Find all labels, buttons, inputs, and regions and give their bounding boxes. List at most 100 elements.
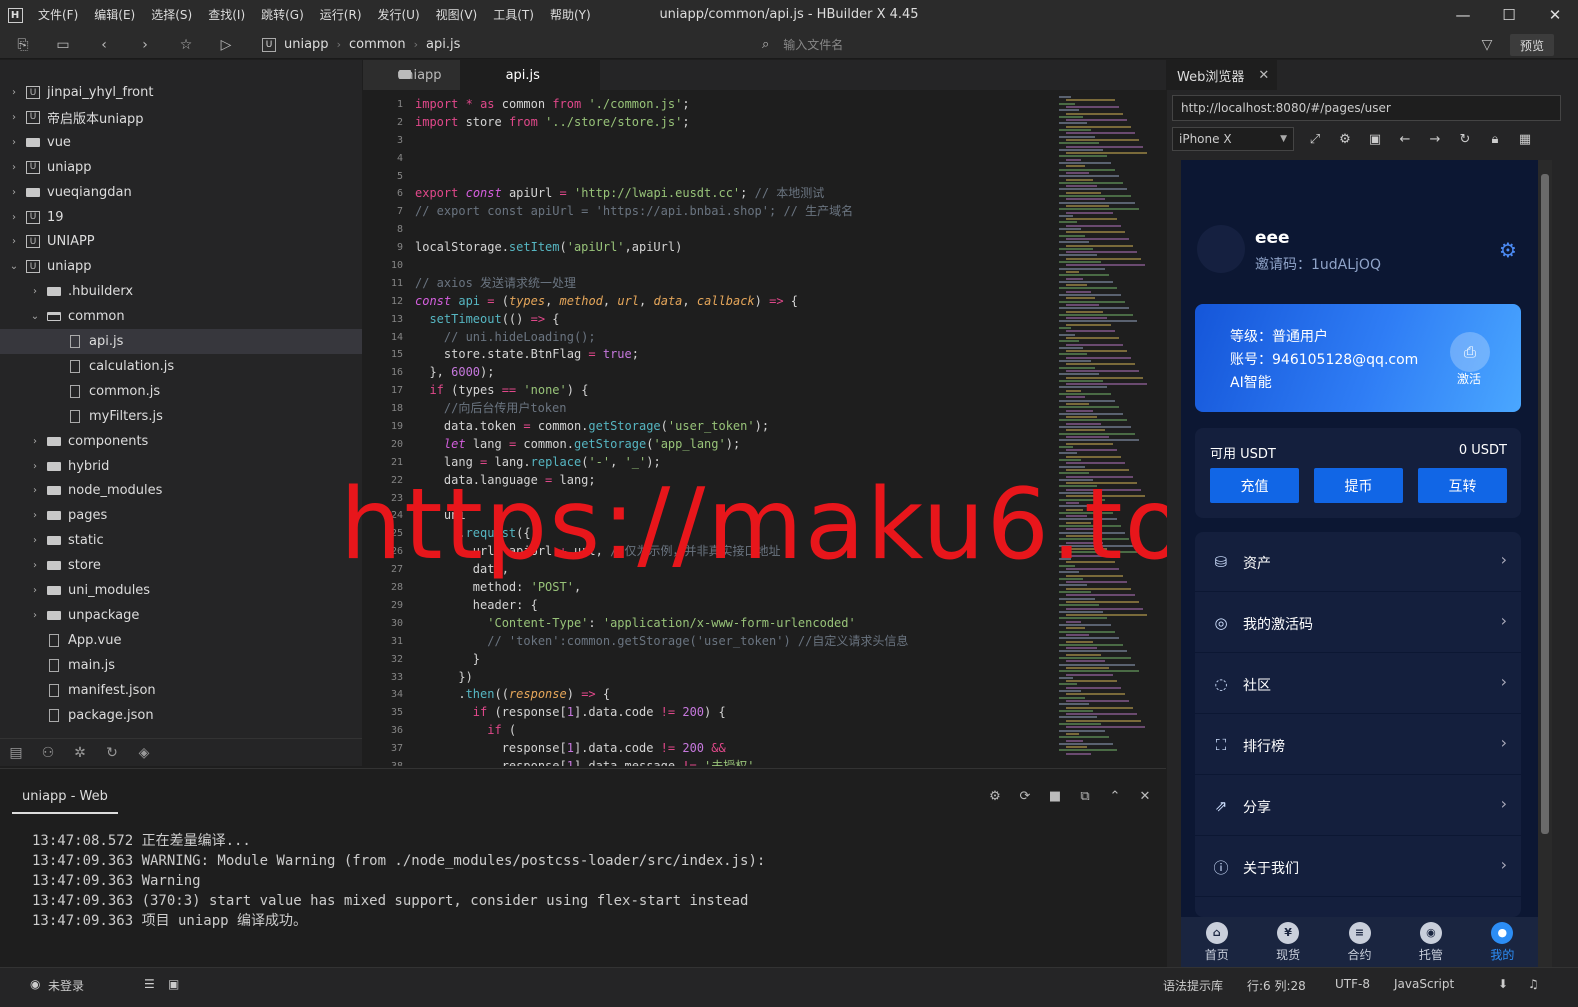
tree-item[interactable]: package.json xyxy=(0,703,362,728)
console-tab[interactable]: uniapp - Web xyxy=(12,789,118,814)
chevron-down-icon[interactable]: ⌄ xyxy=(8,261,20,272)
menu-item[interactable]: 选择(S) xyxy=(143,0,200,30)
url-input[interactable]: http://localhost:8080/#/pages/user xyxy=(1172,95,1561,121)
forward-arrow-icon[interactable]: → xyxy=(1420,127,1450,151)
notification-icon[interactable]: ♫ xyxy=(1528,977,1539,991)
settings-icon[interactable]: ⚙ xyxy=(1330,127,1360,151)
menu-item[interactable]: 视图(V) xyxy=(428,0,486,30)
chevron-right-icon[interactable]: › xyxy=(29,560,41,571)
menu-item[interactable]: 运行(R) xyxy=(312,0,370,30)
tab-contract[interactable]: ≡ 合约 xyxy=(1324,917,1395,967)
chevron-right-icon[interactable]: › xyxy=(8,212,20,223)
menu-item[interactable]: 文件(F) xyxy=(30,0,86,30)
rotate-icon[interactable]: ⤢ xyxy=(1300,127,1330,151)
chevron-right-icon[interactable]: › xyxy=(8,137,20,148)
tree-item[interactable]: › store xyxy=(0,553,362,578)
menu-item[interactable]: 跳转(G) xyxy=(253,0,312,30)
export-icon[interactable]: ⧉ xyxy=(1070,789,1100,804)
menu-item-assets[interactable]: ⛁ 资产 › xyxy=(1195,532,1521,592)
tree-item[interactable]: › Uuniapp xyxy=(0,155,362,180)
qrcode-icon[interactable]: ▦ xyxy=(1510,127,1540,151)
avatar[interactable] xyxy=(1197,225,1245,273)
chevron-right-icon[interactable]: › xyxy=(8,187,20,198)
maximize-icon[interactable]: ☐ xyxy=(1486,0,1532,30)
bug-icon[interactable]: ✲ xyxy=(64,739,96,767)
lock-icon[interactable]: 🔒︎ xyxy=(1480,127,1510,151)
tree-item[interactable]: › U 帝启版本uniapp xyxy=(0,105,362,130)
back-icon[interactable]: ‹ xyxy=(93,34,115,56)
tree-item[interactable]: myFilters.js xyxy=(0,404,362,429)
git-icon[interactable]: ↻ xyxy=(96,739,128,767)
menu-item[interactable]: 发行(U) xyxy=(370,0,428,30)
breadcrumb-item[interactable]: common xyxy=(349,37,406,52)
menu-item-activation-codes[interactable]: ◎ 我的激活码 › xyxy=(1195,593,1521,653)
transfer-button[interactable]: 互转 xyxy=(1418,468,1507,503)
forward-icon[interactable]: › xyxy=(134,34,156,56)
menu-item[interactable]: 帮助(Y) xyxy=(542,0,599,30)
tree-item[interactable]: › vue xyxy=(0,130,362,155)
menu-item-about[interactable]: ⓘ 关于我们 › xyxy=(1195,837,1521,897)
list-icon[interactable]: ☰ xyxy=(144,977,155,991)
star-icon[interactable]: ☆ xyxy=(175,34,197,56)
tree-item[interactable]: › static xyxy=(0,528,362,553)
tree-item[interactable]: calculation.js xyxy=(0,354,362,379)
close-tab-icon[interactable]: ✕ xyxy=(1258,68,1269,83)
scrollbar-thumb[interactable] xyxy=(1541,174,1549,834)
tab-uniapp[interactable]: uniapp xyxy=(363,60,460,90)
explorer-icon[interactable]: ▤ xyxy=(0,739,32,767)
syntax-hint[interactable]: 语法提示库 xyxy=(1163,977,1223,994)
tree-item[interactable]: › node_modules xyxy=(0,478,362,503)
activate-label[interactable]: 激活 xyxy=(1457,370,1481,387)
chevron-right-icon[interactable]: › xyxy=(29,461,41,472)
tab-api-js[interactable]: api.js xyxy=(459,60,600,90)
clear-icon[interactable]: ✕ xyxy=(1130,789,1160,804)
login-status[interactable]: 未登录 xyxy=(48,977,84,994)
language-mode[interactable]: JavaScript xyxy=(1394,977,1454,991)
minimap[interactable] xyxy=(1059,96,1159,766)
tree-item[interactable]: › uni_modules xyxy=(0,578,362,603)
tree-item[interactable]: main.js xyxy=(0,653,362,678)
collapse-icon[interactable]: ⌃ xyxy=(1100,789,1130,804)
cursor-position[interactable]: 行:6 列:28 xyxy=(1247,977,1306,994)
tree-item[interactable]: › components xyxy=(0,429,362,454)
run-icon[interactable]: ▷ xyxy=(215,34,237,56)
menu-item[interactable]: 工具(T) xyxy=(485,0,542,30)
gear-icon[interactable]: ⚙ xyxy=(1499,238,1523,262)
tree-item[interactable]: › U UNIAPP xyxy=(0,229,362,254)
chevron-right-icon[interactable]: › xyxy=(8,87,20,98)
tree-item[interactable]: ⌄ common xyxy=(0,304,362,329)
download-icon[interactable]: ⬇ xyxy=(1498,977,1508,991)
tree-item[interactable]: ⌄ Uuniapp xyxy=(0,254,362,279)
tree-item[interactable]: App.vue xyxy=(0,628,362,653)
breadcrumb-item[interactable]: uniapp xyxy=(284,37,329,52)
chevron-right-icon[interactable]: › xyxy=(29,436,41,447)
tree-item[interactable]: › vueqiangdan xyxy=(0,180,362,205)
filter-icon[interactable]: ▽ xyxy=(1476,34,1498,56)
activate-icon[interactable]: ⎙ xyxy=(1450,332,1490,372)
chevron-right-icon[interactable]: › xyxy=(8,236,20,247)
tab-spot[interactable]: ¥ 现货 xyxy=(1252,917,1323,967)
code-editor[interactable]: 1 2 3 4 5 6 7 8 9 10 11 12 13 14 15 16 17 18 19 20 21 22 23 24 2… xyxy=(363,90,1166,766)
minimize-icon[interactable]: — xyxy=(1440,0,1486,30)
tab-home[interactable]: ⌂ 首页 xyxy=(1181,917,1252,967)
restart-icon[interactable]: ⟳ xyxy=(1010,789,1040,804)
code-content[interactable]: import * as common from './common.js'; i… xyxy=(415,96,1055,766)
tree-item[interactable]: › hybrid xyxy=(0,454,362,479)
tree-item[interactable]: › .hbuilderx xyxy=(0,279,362,304)
menu-item[interactable]: 编辑(E) xyxy=(86,0,143,30)
debug-icon[interactable]: ⚙ xyxy=(980,789,1010,804)
chevron-right-icon[interactable]: › xyxy=(29,286,41,297)
chevron-down-icon[interactable]: ⌄ xyxy=(29,311,41,322)
menu-item-community[interactable]: ◌ 社区 › xyxy=(1195,654,1521,714)
breadcrumb-item[interactable]: api.js xyxy=(426,37,460,52)
refresh-icon[interactable]: ↻ xyxy=(1450,127,1480,151)
encoding[interactable]: UTF-8 xyxy=(1335,977,1370,991)
user-icon[interactable]: ◉ xyxy=(30,977,40,991)
tree-item[interactable]: › U 19 xyxy=(0,205,362,230)
chevron-right-icon[interactable]: › xyxy=(29,510,41,521)
withdraw-button[interactable]: 提币 xyxy=(1314,468,1403,503)
device-select[interactable]: iPhone X ▼ xyxy=(1172,127,1294,151)
devtools-icon[interactable]: ▣ xyxy=(1360,127,1390,151)
stop-icon[interactable]: ■ xyxy=(1040,789,1070,804)
terminal-icon[interactable]: ▣ xyxy=(168,977,179,991)
